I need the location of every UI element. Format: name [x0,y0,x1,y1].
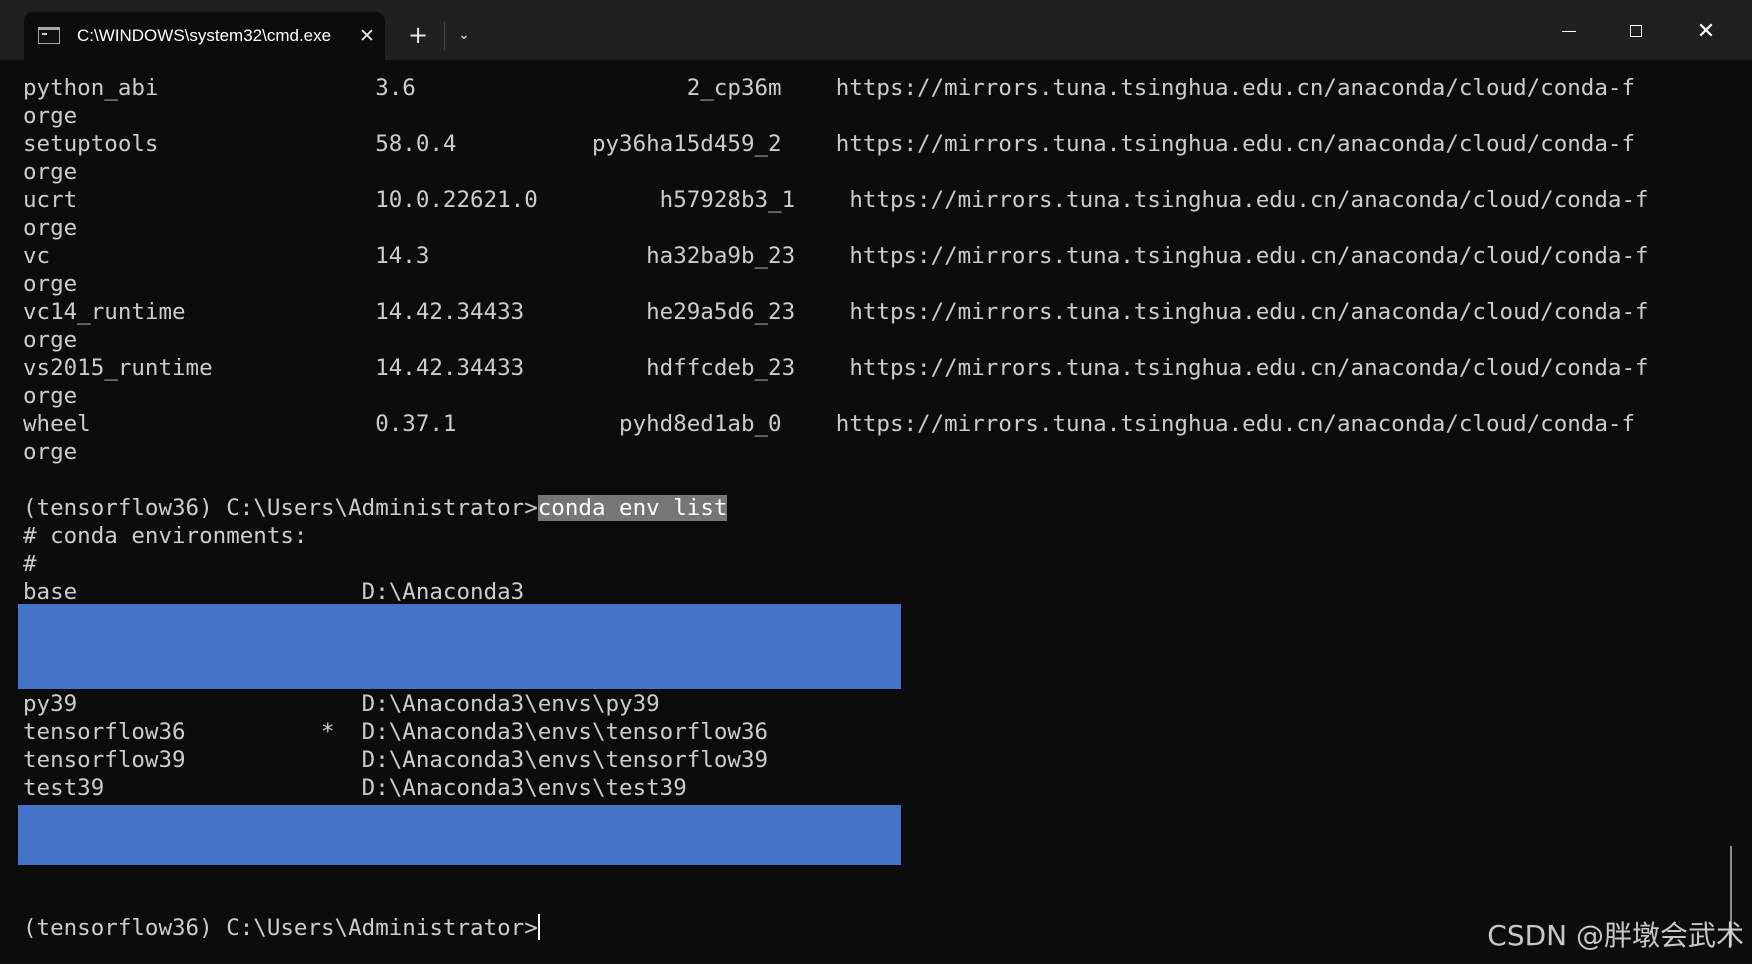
output-line: python_abi 3.6 2_cp36m https://mirrors.t… [23,75,1635,101]
watermark: CSDN @胖墩会武术 [1487,919,1744,952]
output-line: orge [23,383,78,409]
tab-close-icon[interactable]: ✕ [354,23,380,49]
maximize-icon[interactable] [1617,14,1657,50]
tab-divider [444,22,445,50]
output-line: orge [23,271,78,297]
prompt: (tensorflow36) C:\Users\Administrator> [23,915,538,941]
env-row: tensorflow36 * D:\Anaconda3\envs\tensorf… [23,719,769,745]
output-line: vc14_runtime 14.42.34433 he29a5d6_23 htt… [23,299,1649,325]
redaction-block [18,604,901,689]
redaction-block [18,805,901,865]
output-line: orge [23,215,78,241]
env-row: test39 D:\Anaconda3\envs\test39 [23,775,687,801]
output-line: vs2015_runtime 14.42.34433 hdffcdeb_23 h… [23,355,1649,381]
tab-cmd[interactable]: C:\WINDOWS\system32\cmd.exe ✕ [24,12,385,60]
prompt: (tensorflow36) C:\Users\Administrator> [23,495,538,521]
output-line: orge [23,103,78,129]
output-line: orge [23,159,78,185]
env-row: tensorflow39 D:\Anaconda3\envs\tensorflo… [23,747,769,773]
output-line: # conda environments: [23,523,308,549]
new-tab-icon[interactable]: + [403,20,433,50]
tab-title: C:\WINDOWS\system32\cmd.exe [77,26,332,45]
title-bar: C:\WINDOWS\system32\cmd.exe ✕ + ⌄ ✕ [0,0,1752,60]
final-prompt-line[interactable]: (tensorflow36) C:\Users\Administrator> [23,914,540,942]
output-line: wheel 0.37.1 pyhd8ed1ab_0 https://mirror… [23,411,1635,437]
output-line: orge [23,327,78,353]
terminal-output[interactable]: python_abi 3.6 2_cp36m https://mirrors.t… [0,60,1752,964]
output-line: ucrt 10.0.22621.0 h57928b3_1 https://mir… [23,187,1649,213]
output-line: setuptools 58.0.4 py36ha15d459_2 https:/… [23,131,1635,157]
output-line: orge [23,439,78,465]
output-line: vc 14.3 ha32ba9b_23 https://mirrors.tuna… [23,243,1649,269]
env-row-base: base D:\Anaconda3 [23,579,525,605]
prompt-line: (tensorflow36) C:\Users\Administrator>co… [23,494,728,522]
output-line: # [23,551,37,577]
close-window-icon[interactable]: ✕ [1686,14,1726,50]
env-row: py39 D:\Anaconda3\envs\py39 [23,691,660,717]
console-icon [38,27,60,44]
text-cursor [537,914,540,940]
selected-command[interactable]: conda env list [537,495,728,521]
minimize-icon[interactable] [1549,14,1589,50]
terminal-window: C:\WINDOWS\system32\cmd.exe ✕ + ⌄ ✕ pyth… [0,0,1752,964]
chevron-down-icon[interactable]: ⌄ [450,20,478,50]
